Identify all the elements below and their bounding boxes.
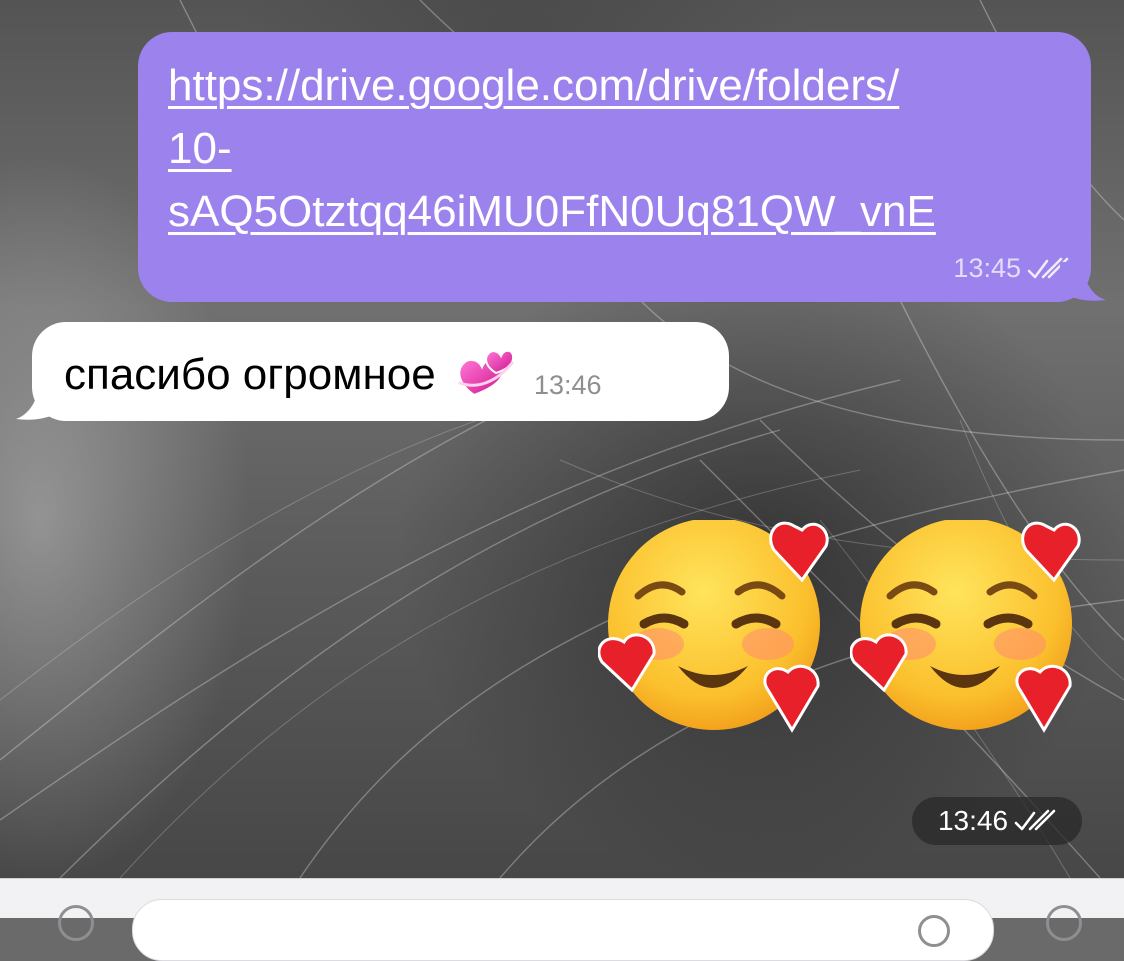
two-hearts-emoji — [458, 349, 514, 396]
incoming-message-time: 13:46 — [533, 370, 602, 400]
message-input-bar — [0, 878, 1124, 961]
double-check-icon — [1014, 809, 1056, 831]
emoji-message-meta: 13:46 — [912, 797, 1082, 845]
drive-link-line-1[interactable]: https://drive.google.com/drive/folders/ — [168, 54, 1061, 117]
outgoing-message-time: 13:45 — [953, 253, 1021, 283]
incoming-message-bubble[interactable]: спасибо огромное 13:46 — [32, 322, 729, 421]
drive-link-line-3[interactable]: sAQ5Otztqq46iMU0FfN0Uq81QW_vnE — [168, 180, 1061, 243]
smiling-face-with-hearts-emoji[interactable] — [850, 520, 1082, 742]
incoming-message-text-content: спасибо огромное — [64, 349, 436, 399]
sticker-icon[interactable] — [918, 915, 950, 947]
incoming-message-text: спасибо огромное — [64, 343, 514, 401]
message-input[interactable] — [132, 899, 994, 961]
outgoing-message-meta: 13:45 — [953, 253, 1069, 284]
outgoing-bubble-tail — [1060, 262, 1106, 301]
attach-icon[interactable] — [58, 905, 94, 941]
emoji-message-time: 13:46 — [937, 805, 1009, 836]
drive-link-line-2[interactable]: 10- — [168, 117, 1061, 180]
outgoing-message-bubble[interactable]: https://drive.google.com/drive/folders/ … — [138, 32, 1091, 302]
microphone-icon[interactable] — [1046, 905, 1082, 941]
smiling-face-with-hearts-emoji[interactable] — [598, 520, 830, 742]
